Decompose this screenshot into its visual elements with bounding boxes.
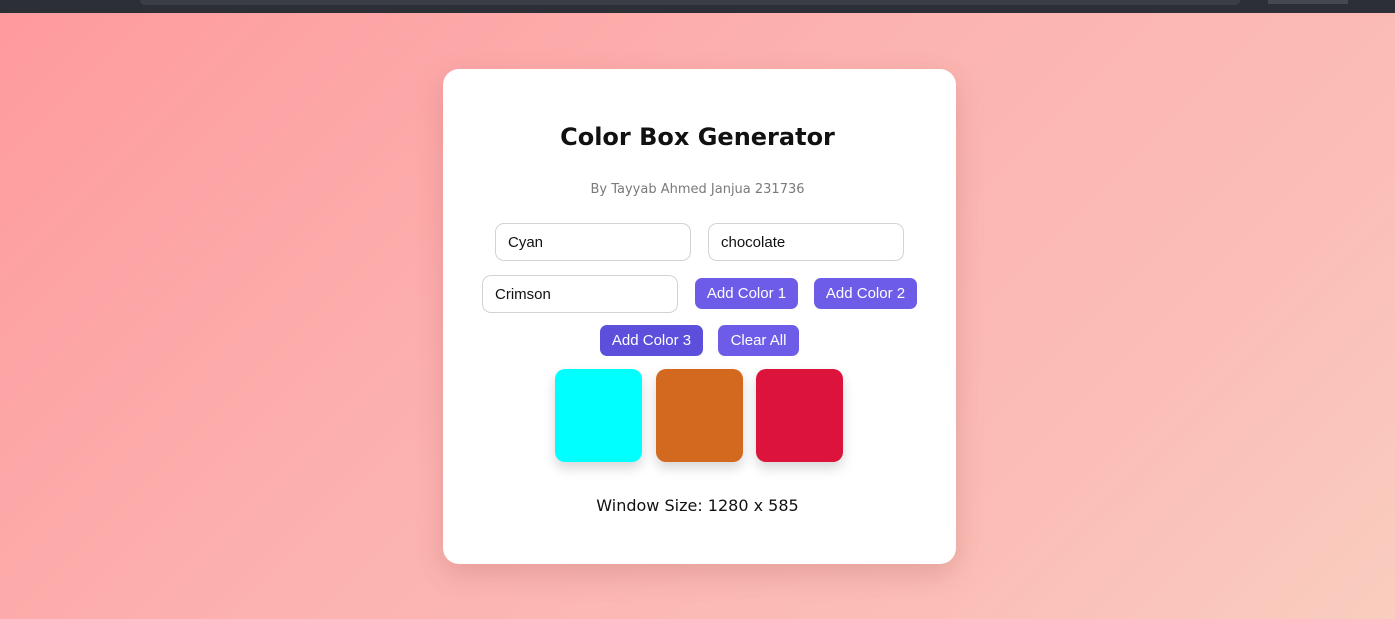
- color-input-3[interactable]: [482, 275, 678, 313]
- page-background: Color Box Generator By Tayyab Ahmed Janj…: [0, 0, 1395, 619]
- add-color-3-button[interactable]: Add Color 3: [600, 325, 703, 356]
- color-input-2[interactable]: [708, 223, 904, 261]
- color-box-1: [555, 369, 642, 462]
- add-color-2-button[interactable]: Add Color 2: [814, 278, 917, 309]
- window-size-readout: Window Size: 1280 x 585: [596, 496, 799, 515]
- color-input-1[interactable]: [495, 223, 691, 261]
- browser-address-strip: [140, 0, 1240, 5]
- add-color-1-button[interactable]: Add Color 1: [695, 278, 798, 309]
- author-subtitle: By Tayyab Ahmed Janjua 231736: [590, 182, 805, 197]
- browser-top-bar: [0, 0, 1395, 13]
- browser-top-right-strip: [1268, 0, 1348, 4]
- page-title: Color Box Generator: [560, 123, 835, 151]
- color-box-2: [656, 369, 743, 462]
- clear-all-button[interactable]: Clear All: [718, 325, 799, 356]
- color-box-3: [756, 369, 843, 462]
